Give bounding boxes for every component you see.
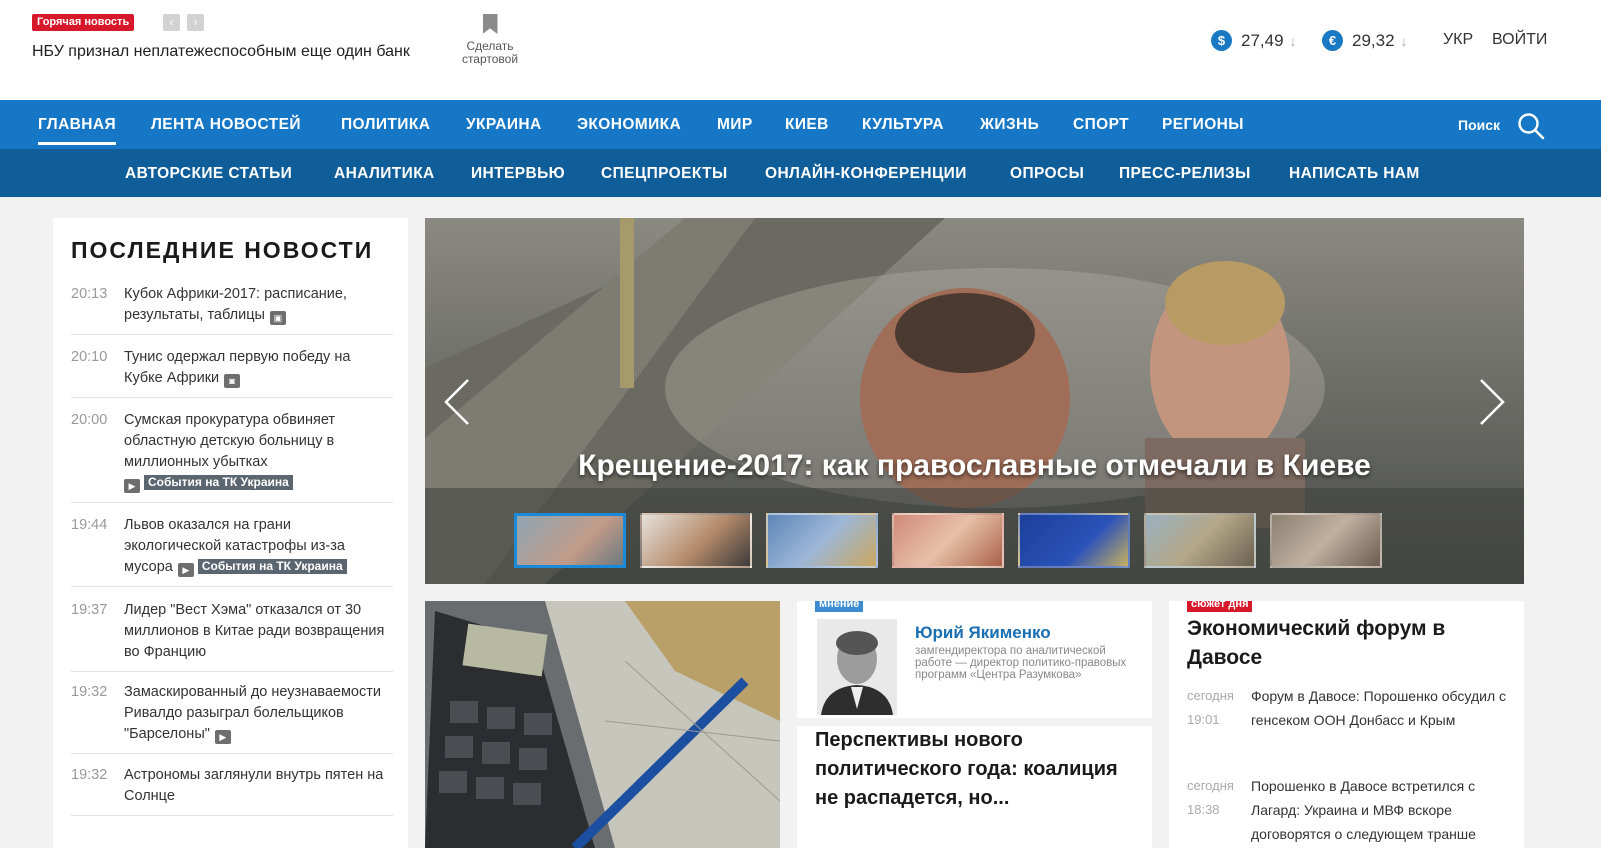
set-homepage-label: Сделать стартовой bbox=[461, 39, 519, 66]
usd-trend-icon: ↓ bbox=[1289, 32, 1297, 49]
source-tag[interactable]: События на ТК Украина bbox=[144, 475, 293, 490]
news-time: 19:32 bbox=[71, 684, 108, 700]
photo-icon: ◙ bbox=[224, 374, 241, 388]
news-text[interactable]: Лидер "Вест Хэма" отказался от 30 миллио… bbox=[124, 602, 384, 660]
list-item[interactable]: 19:37 Лидер "Вест Хэма" отказался от 30 … bbox=[71, 600, 393, 672]
slider-thumbnail[interactable] bbox=[1144, 513, 1256, 568]
eur-trend-icon: ↓ bbox=[1400, 32, 1408, 49]
list-item[interactable]: сегодня 18:38 Порошенко в Давосе встретил… bbox=[1187, 774, 1517, 848]
hot-news-headline[interactable]: НБУ признал неплатежеспособным еще один … bbox=[32, 40, 412, 64]
news-time: 20:10 bbox=[71, 349, 108, 365]
news-text[interactable]: Кубок Африки-2017: расписание, результат… bbox=[124, 286, 347, 323]
list-item[interactable]: 19:44 Львов оказался на грани экологичес… bbox=[71, 515, 393, 587]
slider-prev-arrow[interactable] bbox=[442, 378, 472, 426]
dollar-icon: $ bbox=[1211, 30, 1232, 51]
author-name[interactable]: Юрий Якименко bbox=[915, 623, 1051, 643]
slider-next-arrow[interactable] bbox=[1477, 378, 1507, 426]
euro-icon: € bbox=[1322, 30, 1343, 51]
news-text[interactable]: Сумская прокуратура обвиняет областную д… bbox=[124, 412, 335, 470]
subnav-item-interview[interactable]: ИНТЕРВЬЮ bbox=[471, 149, 565, 197]
nav-item-sport[interactable]: СПОРТ bbox=[1073, 100, 1129, 149]
sub-nav: АВТОРСКИЕ СТАТЬИ АНАЛИТИКА ИНТЕРВЬЮ СПЕЦ… bbox=[0, 149, 1601, 197]
list-item[interactable]: 20:00 Сумская прокуратура обвиняет облас… bbox=[71, 410, 393, 503]
news-time: 20:13 bbox=[71, 286, 108, 302]
slider-thumbnail[interactable] bbox=[640, 513, 752, 568]
story-time: сегодня 19:01 bbox=[1187, 688, 1234, 727]
author-avatar[interactable] bbox=[817, 619, 897, 715]
slider-thumbnail[interactable] bbox=[1270, 513, 1382, 568]
subnav-item-contact[interactable]: НАПИСАТЬ НАМ bbox=[1289, 149, 1420, 197]
hot-news-prev-button[interactable]: ‹ bbox=[163, 14, 180, 31]
hot-news-arrows: ‹ › bbox=[163, 14, 204, 31]
news-text[interactable]: Астрономы заглянули внутрь пятен на Солн… bbox=[124, 767, 383, 804]
list-item[interactable]: 20:13 Кубок Африки-2017: расписание, рез… bbox=[71, 284, 393, 335]
author-role: замгендиректора по аналитической работе … bbox=[915, 645, 1127, 681]
usd-rate: 27,49 bbox=[1241, 30, 1284, 50]
story-text[interactable]: Порошенко в Давосе встретился с Лагард: … bbox=[1251, 774, 1506, 846]
language-switch[interactable]: УКР bbox=[1443, 31, 1473, 49]
list-item[interactable]: 19:32 Астрономы заглянули внутрь пятен н… bbox=[71, 765, 393, 816]
currency-usd: $ 27,49 ↓ bbox=[1211, 30, 1297, 51]
subnav-item-online-conf[interactable]: ОНЛАЙН-КОНФЕРЕНЦИИ bbox=[765, 149, 967, 197]
slider-thumbnail[interactable] bbox=[892, 513, 1004, 568]
latest-news-panel: ПОСЛЕДНИЕ НОВОСТИ 20:13 Кубок Африки-201… bbox=[53, 218, 408, 848]
top-header: Горячая новость ‹ › НБУ признал неплатеж… bbox=[0, 0, 1601, 100]
search-label[interactable]: Поиск bbox=[1458, 100, 1500, 149]
video-icon: ▶ bbox=[124, 479, 140, 493]
slider-thumbnail[interactable] bbox=[514, 513, 626, 568]
nav-item-life[interactable]: ЖИЗНЬ bbox=[980, 100, 1039, 149]
story-time: сегодня 18:38 bbox=[1187, 778, 1234, 817]
card-divider bbox=[797, 718, 1152, 726]
nav-item-regions[interactable]: РЕГИОНЫ bbox=[1162, 100, 1244, 149]
slider-thumbnail[interactable] bbox=[1018, 513, 1130, 568]
video-icon: ▶ bbox=[214, 730, 231, 744]
story-title[interactable]: Экономический форум в Давосе bbox=[1187, 614, 1507, 672]
story-of-day-card: сюжет дня Экономический форум в Давосе с… bbox=[1169, 601, 1524, 848]
nav-item-culture[interactable]: КУЛЬТУРА bbox=[862, 100, 944, 149]
story-text[interactable]: Форум в Давосе: Порошенко обсудил с генс… bbox=[1251, 684, 1506, 732]
subnav-item-polls[interactable]: ОПРОСЫ bbox=[1010, 149, 1084, 197]
article-photo[interactable] bbox=[425, 601, 780, 848]
bookmark-icon bbox=[482, 14, 498, 34]
opinion-badge: мнение bbox=[815, 601, 864, 612]
hero-slider[interactable] bbox=[425, 218, 1524, 584]
list-item[interactable]: 20:10 Тунис одержал первую победу на Куб… bbox=[71, 347, 393, 398]
nav-item-world[interactable]: МИР bbox=[717, 100, 753, 149]
hot-news-next-button[interactable]: › bbox=[187, 14, 204, 31]
nav-item-politics[interactable]: ПОЛИТИКА bbox=[341, 100, 430, 149]
news-time: 20:00 bbox=[71, 412, 108, 428]
subnav-item-press[interactable]: ПРЕСС-РЕЛИЗЫ bbox=[1119, 149, 1251, 197]
nav-item-ukraine[interactable]: УКРАИНА bbox=[466, 100, 542, 149]
source-tag[interactable]: События на ТК Украина bbox=[197, 559, 347, 574]
nav-item-home[interactable]: ГЛАВНАЯ bbox=[38, 100, 116, 149]
slider-thumbnails bbox=[514, 513, 1382, 568]
story-badge: сюжет дня bbox=[1187, 601, 1253, 612]
latest-news-title: ПОСЛЕДНИЕ НОВОСТИ bbox=[71, 237, 374, 263]
opinion-card: мнение Юрий Якименко замгендиректора по … bbox=[797, 601, 1152, 848]
news-time: 19:32 bbox=[71, 767, 108, 783]
hero-title[interactable]: Крещение-2017: как православные отмечали… bbox=[425, 449, 1524, 483]
nav-item-feed[interactable]: ЛЕНТА НОВОСТЕЙ bbox=[151, 100, 301, 149]
nav-item-kyiv[interactable]: КИЕВ bbox=[785, 100, 829, 149]
news-time: 19:44 bbox=[71, 517, 108, 533]
search-icon[interactable] bbox=[1517, 112, 1545, 140]
subnav-item-analytics[interactable]: АНАЛИТИКА bbox=[334, 149, 435, 197]
nav-item-economy[interactable]: ЭКОНОМИКА bbox=[577, 100, 681, 149]
hot-news-badge: Горячая новость bbox=[32, 14, 135, 31]
news-time: 19:37 bbox=[71, 602, 108, 618]
subnav-item-specials[interactable]: СПЕЦПРОЕКТЫ bbox=[601, 149, 728, 197]
news-text[interactable]: Замаскированный до неузнаваемости Ривалд… bbox=[124, 684, 381, 742]
set-homepage-button[interactable]: Сделать стартовой bbox=[445, 14, 535, 66]
gallery-icon: ▣ bbox=[269, 311, 286, 325]
video-icon: ▶ bbox=[177, 563, 194, 577]
main-nav: ГЛАВНАЯ ЛЕНТА НОВОСТЕЙ ПОЛИТИКА УКРАИНА … bbox=[0, 100, 1601, 149]
opinion-headline[interactable]: Перспективы нового политического года: к… bbox=[815, 726, 1135, 813]
eur-rate: 29,32 bbox=[1352, 30, 1395, 50]
subnav-item-authors[interactable]: АВТОРСКИЕ СТАТЬИ bbox=[125, 149, 292, 197]
list-item[interactable]: 19:32 Замаскированный до неузнаваемости … bbox=[71, 682, 393, 754]
slider-thumbnail[interactable] bbox=[766, 513, 878, 568]
list-item[interactable]: сегодня 19:01 Форум в Давосе: Порошенко о… bbox=[1187, 684, 1517, 768]
currency-eur: € 29,32 ↓ bbox=[1322, 30, 1408, 51]
login-link[interactable]: ВОЙТИ bbox=[1492, 31, 1547, 49]
